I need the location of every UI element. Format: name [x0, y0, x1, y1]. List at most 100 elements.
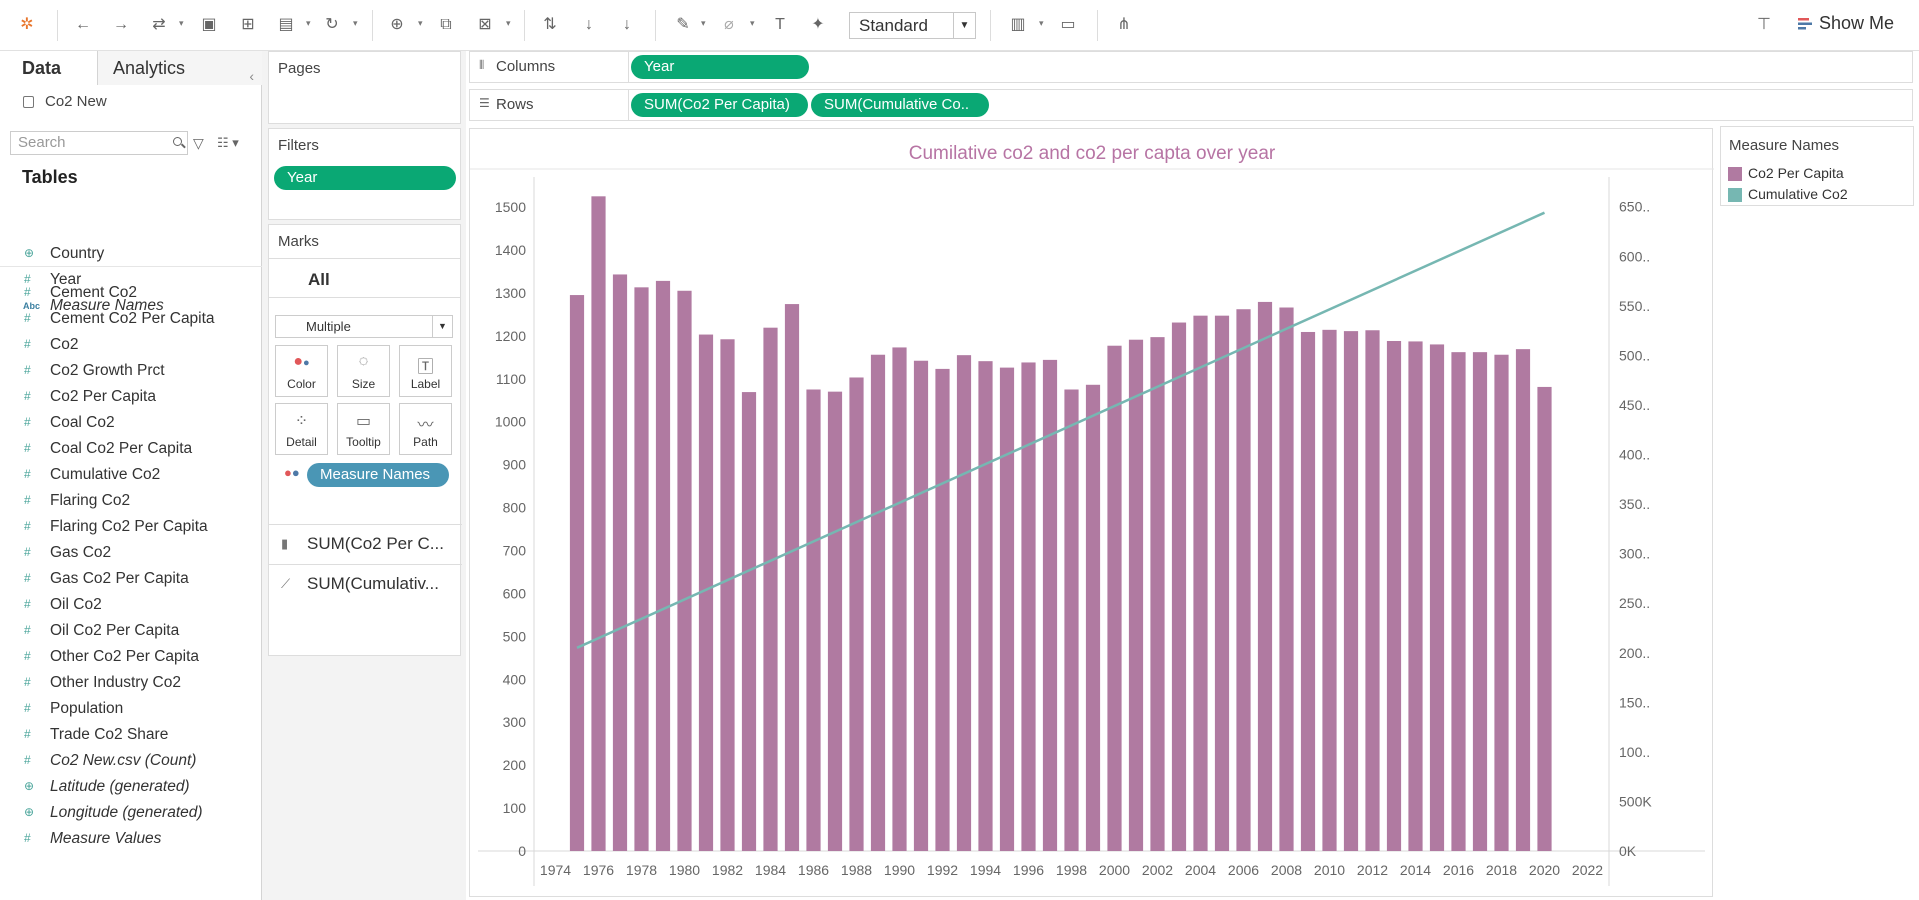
field-item[interactable]: # Flaring Co2 Per Capita	[0, 515, 260, 541]
refresh-icon[interactable]: ↻	[321, 14, 343, 36]
fit-select[interactable]: Standard ▼	[849, 12, 976, 39]
sort-ascending-icon[interactable]: ↓	[578, 14, 600, 36]
replay-icon[interactable]: ⇄	[148, 14, 170, 36]
field-item[interactable]: # Measure Values	[0, 827, 260, 853]
x-tick-label: 2022	[1572, 862, 1603, 878]
toolbar-divider	[524, 10, 525, 41]
new-worksheet-icon[interactable]: ⊕	[386, 14, 408, 36]
show-me-button[interactable]: Show Me	[1819, 13, 1894, 34]
pages-card[interactable]: Pages	[268, 51, 461, 124]
field-item[interactable]: # Flaring Co2	[0, 489, 260, 515]
marks-detail-button[interactable]: ⁘ Detail	[275, 403, 328, 455]
marks-size-button[interactable]: ◌ Size	[337, 345, 390, 397]
toolbar-divider	[655, 10, 656, 41]
collapse-pane-icon[interactable]: ‹	[249, 59, 254, 93]
show-cards-icon[interactable]: ▥	[1007, 14, 1029, 36]
y-left-tick-label: 500	[503, 628, 527, 644]
field-item[interactable]: # Gas Co2	[0, 541, 260, 567]
field-item[interactable]: # Other Industry Co2	[0, 671, 260, 697]
clear-dropdown-icon[interactable]: ▾	[506, 18, 511, 29]
marks-all-label[interactable]: All	[308, 270, 330, 290]
rows-pill-cumulative-co2[interactable]: SUM(Cumulative Co..	[811, 93, 989, 117]
format-painter-icon[interactable]: ⊤	[1753, 14, 1775, 36]
toolbar-divider	[372, 10, 373, 41]
search-input[interactable]: Search	[10, 131, 188, 155]
swap-rows-columns-icon[interactable]: ⇅	[539, 14, 561, 36]
y-left-tick-label: 1200	[495, 328, 526, 344]
show-cards-dropdown-icon[interactable]: ▾	[1039, 18, 1044, 29]
highlight-dropdown-icon[interactable]: ▾	[701, 18, 706, 29]
show-me-icon[interactable]	[1798, 17, 1812, 31]
x-tick-label: 2006	[1228, 862, 1259, 878]
group-dropdown-icon[interactable]: ▾	[750, 18, 755, 29]
view-options-icon[interactable]: ☷ ▾	[217, 135, 239, 151]
field-label: Latitude (generated)	[50, 778, 190, 795]
field-item[interactable]: # Coal Co2 Per Capita	[0, 437, 260, 463]
fix-axes-icon[interactable]: ✦	[807, 14, 829, 36]
field-item[interactable]: # Co2 Growth Prct	[0, 359, 260, 385]
marks-color-button[interactable]: ●● Color	[275, 345, 328, 397]
refresh-dropdown-icon[interactable]: ▾	[353, 18, 358, 29]
pause-updates-icon[interactable]: ▤	[275, 14, 297, 36]
field-item[interactable]: # Gas Co2 Per Capita	[0, 567, 260, 593]
field-item[interactable]: # Co2 New.csv (Count)	[0, 749, 260, 775]
measure-icon: #	[24, 337, 31, 351]
redo-icon[interactable]: →	[110, 14, 132, 36]
marks-path-button[interactable]: 〰 Path	[399, 403, 452, 455]
filter-pill-year[interactable]: Year	[274, 166, 456, 190]
undo-icon[interactable]: ←	[72, 14, 94, 36]
field-item[interactable]: # Population	[0, 697, 260, 723]
field-item[interactable]: # Co2	[0, 333, 260, 359]
y-left-tick-label: 100	[503, 800, 527, 816]
field-item[interactable]: # Oil Co2	[0, 593, 260, 619]
new-worksheet-dropdown-icon[interactable]: ▾	[418, 18, 423, 29]
tab-analytics[interactable]: Analytics ‹	[98, 51, 262, 85]
presentation-mode-icon[interactable]: ▭	[1057, 14, 1079, 36]
duplicate-sheet-icon[interactable]: ⧉	[435, 14, 457, 36]
x-tick-label: 2002	[1142, 862, 1173, 878]
tooltip-icon: ▭	[355, 413, 372, 430]
filter-fields-icon[interactable]: ▽	[193, 135, 204, 152]
tableau-logo-icon[interactable]: ✲	[16, 14, 38, 36]
sort-descending-icon[interactable]: ↓	[616, 14, 638, 36]
field-item[interactable]: # Coal Co2	[0, 411, 260, 437]
field-item[interactable]: # Co2 Per Capita	[0, 385, 260, 411]
clear-sheet-icon[interactable]: ⊠	[474, 14, 496, 36]
replay-dropdown-icon[interactable]: ▾	[179, 18, 184, 29]
tab-data[interactable]: Data	[0, 51, 98, 85]
save-icon[interactable]: ▣	[198, 14, 220, 36]
marks-row-co2-per-capita[interactable]: ▮ SUM(Co2 Per C...	[269, 524, 462, 562]
rows-shelf[interactable]: ☰ Rows SUM(Co2 Per Capita) SUM(Cumulativ…	[469, 89, 1913, 121]
y-right-tick-label: 500K	[1619, 793, 1652, 809]
field-label: Cumulative Co2	[50, 466, 161, 483]
field-item[interactable]: ⊕ Longitude (generated)	[0, 801, 260, 827]
field-item[interactable]: # Cement Co2	[0, 281, 260, 307]
marks-pill-measure-names[interactable]: Measure Names	[307, 463, 449, 487]
field-item[interactable]: # Cement Co2 Per Capita	[0, 307, 260, 333]
marks-tooltip-button[interactable]: ▭ Tooltip	[337, 403, 390, 455]
pause-dropdown-icon[interactable]: ▾	[306, 18, 311, 29]
field-item[interactable]: # Cumulative Co2	[0, 463, 260, 489]
share-icon[interactable]: ⋔	[1113, 14, 1135, 36]
field-item[interactable]: ⊕ Latitude (generated)	[0, 775, 260, 801]
highlight-icon[interactable]: ✎	[672, 14, 694, 36]
marks-tooltip-label: Tooltip	[346, 435, 381, 449]
filters-card[interactable]: Filters Year	[268, 128, 461, 220]
marks-label-button[interactable]: 🅃 Label	[399, 345, 452, 397]
rows-pill-co2-per-capita[interactable]: SUM(Co2 Per Capita)	[631, 93, 808, 117]
y-left-tick-label: 1300	[495, 285, 526, 301]
globe-icon: ⊕	[24, 246, 35, 260]
datasource-item[interactable]: Co2 New	[23, 93, 107, 110]
columns-pill-year[interactable]: Year	[631, 55, 809, 79]
marks-row-cumulative-co2[interactable]: ⟋ SUM(Cumulativ...	[269, 564, 462, 602]
field-item[interactable]: # Trade Co2 Share	[0, 723, 260, 749]
show-mark-labels-icon[interactable]: T	[769, 14, 791, 36]
new-datasource-icon[interactable]: ⊞	[237, 14, 259, 36]
mark-type-select[interactable]: Multiple ▼	[275, 315, 453, 338]
field-item[interactable]: # Other Co2 Per Capita	[0, 645, 260, 671]
field-label: Coal Co2	[50, 414, 115, 431]
field-item[interactable]: ⊕ Country	[0, 242, 260, 268]
group-members-icon[interactable]: ⌀	[718, 14, 740, 36]
columns-shelf[interactable]: ⦀ Columns Year	[469, 51, 1913, 83]
field-item[interactable]: # Oil Co2 Per Capita	[0, 619, 260, 645]
